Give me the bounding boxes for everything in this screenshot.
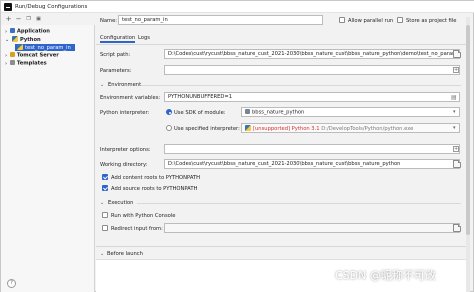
chevron-down-icon[interactable]: ⌄ [100,251,104,257]
working-dir-input[interactable]: D:\Codes\cust\rycust\bbss_nature_cust_20… [164,159,460,169]
folder-icon[interactable] [453,160,461,168]
tab-configuration[interactable]: Configuration [100,34,136,43]
interpreter-options-input[interactable] [164,144,460,154]
tree-item-test-no-param-in[interactable]: test_no_param_in [15,44,75,51]
add-source-roots-checkbox[interactable] [102,185,108,191]
chevron-down-icon: ⌄ [5,37,10,43]
script-path-label: Script path: [100,52,131,58]
parameters-input[interactable] [164,65,460,75]
save-icon[interactable]: ▣ [35,16,42,23]
before-launch-divider [96,246,466,247]
run-console-checkbox[interactable] [102,212,108,218]
run-console-label: Run with Python Console [111,213,176,219]
use-specified-label: Use specified interpreter: [174,126,240,132]
python-icon [245,125,251,131]
name-input[interactable]: test_no_param_in [118,15,323,25]
python-interpreter-label: Python interpreter: [100,110,150,116]
help-icon[interactable]: ? [7,279,16,288]
remove-icon[interactable]: − [15,16,22,23]
run-debug-dialog: Run/Debug Configurations + − ❐ ▣ › Appli… [0,0,474,292]
execution-divider [137,203,461,204]
parameters-label: Parameters: [100,68,132,74]
expand-icon[interactable]: + [453,67,459,73]
use-sdk-radio[interactable] [166,109,172,115]
expand-icon[interactable]: + [453,146,459,152]
redirect-input-label: Redirect input from: [111,226,163,232]
tree-item-python[interactable]: ⌄ Python [5,36,41,43]
store-project-checkbox[interactable] [397,17,403,23]
chevron-down-icon: ▾ [453,125,456,131]
scrollbar[interactable] [466,17,470,292]
before-launch-label: Before launch [107,251,143,257]
use-specified-radio[interactable] [166,125,172,131]
redirect-input-checkbox[interactable] [102,225,108,231]
list-icon[interactable]: ▤ [451,94,457,101]
tree-item-templates[interactable]: › Templates [5,60,47,67]
working-dir-label: Working directory: [100,162,148,168]
tree-item-label: Tomcat Server [16,52,59,59]
interpreter-unsupported: [unsupported] Python 3.1 [253,126,320,132]
execution-section-label: Execution [108,200,134,206]
chevron-down-icon[interactable]: ⌄ [100,200,104,206]
allow-parallel-label: Allow parallel run [348,18,394,24]
name-label: Name: [100,18,118,24]
watermark: CSDN @昵称不可改 [335,269,436,282]
redirect-input-field[interactable] [164,223,460,233]
chevron-down-icon: ▾ [453,109,456,115]
module-value: bbss_nature_python [252,109,305,116]
chevron-right-icon: › [5,52,8,59]
script-path-input[interactable]: D:\Codes\cust\rycust\bbss_nature_cust_20… [164,49,460,59]
chevron-right-icon: › [5,28,8,35]
chevron-down-icon[interactable]: ⌄ [100,82,104,88]
env-vars-label: Environment variables: [100,95,161,101]
add-icon[interactable]: + [5,16,12,23]
python-icon [12,36,19,42]
add-content-roots-checkbox[interactable] [102,174,108,180]
folder-icon[interactable] [453,50,461,58]
configuration-tree: › Application ⌄ Python test_no_param_in … [1,25,95,292]
tree-item-tomcat-server[interactable]: › Tomcat Server [5,52,59,59]
tab-logs[interactable]: Logs [138,34,150,43]
folder-icon[interactable] [453,224,461,232]
copy-icon[interactable]: ❐ [25,16,32,23]
store-project-label: Store as project file [406,18,457,24]
env-vars-input[interactable]: PYTHONUNBUFFERED=1 [164,92,460,102]
add-source-roots-label: Add source roots to PYTHONPATH [111,186,198,192]
tree-item-label: Python [20,37,41,43]
module-select[interactable]: bbss_nature_python [241,107,460,117]
application-icon [9,28,15,33]
app-icon [4,3,12,11]
python-icon [17,44,23,50]
title-bar: Run/Debug Configurations [1,1,474,13]
tree-item-label: Templates [16,60,47,67]
tree-item-label: test_no_param_in [25,45,71,51]
chevron-right-icon: › [5,60,8,67]
environment-divider [141,85,461,86]
environment-section-label: Environment [108,82,142,88]
wrench-icon [9,60,15,65]
tree-item-label: Application [16,28,50,35]
window-title: Run/Debug Configurations [15,4,88,10]
tab-divider [96,44,466,45]
allow-parallel-checkbox[interactable] [339,17,345,23]
add-content-roots-label: Add content roots to PYTHONPATH [111,175,201,181]
use-sdk-label: Use SDK of module: [174,110,226,116]
interpreter-path: D:/DevelopTools/Python/python.exe [321,126,414,132]
scrollbar-thumb[interactable] [466,25,470,235]
interpreter-options-label: Interpreter options: [100,147,151,153]
tree-item-application[interactable]: › Application [5,28,50,35]
interpreter-select[interactable]: [unsupported] Python 3.1 D:/DevelopTools… [241,123,460,133]
tomcat-icon [9,52,15,57]
module-icon [245,109,250,114]
